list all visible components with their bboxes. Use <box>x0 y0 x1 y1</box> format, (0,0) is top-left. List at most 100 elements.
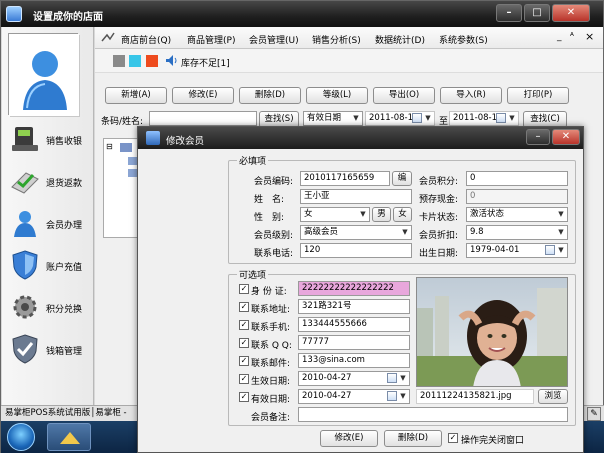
cyan-swatch[interactable] <box>129 55 141 67</box>
menu-system[interactable]: 系统参数(S) <box>439 33 488 46</box>
close-after-label: 操作完关闭窗口 <box>461 436 525 446</box>
address-field[interactable]: 321路321号 <box>298 299 410 314</box>
app-icon <box>6 6 22 22</box>
id-checkbox[interactable]: ✓ <box>239 284 249 294</box>
sidebar-item-label: 账户充值 <box>46 263 83 273</box>
remark-field[interactable] <box>298 407 568 422</box>
orange-swatch[interactable] <box>146 55 158 67</box>
effective-picker[interactable]: 2010-04-27 ▼ <box>298 371 410 386</box>
photo-file-field[interactable]: 20111224135821.jpg <box>416 389 534 404</box>
dialog-close-button[interactable]: ✕ <box>552 129 580 145</box>
window-title: 设置成你的店面 <box>33 12 103 23</box>
chevron-down-icon: ▼ <box>400 392 406 400</box>
id-field[interactable]: 22222222222222222 <box>298 281 410 296</box>
discount-select[interactable]: 9.8 ▼ <box>466 225 568 240</box>
qq-field[interactable]: 77777 <box>298 335 410 350</box>
menu-members[interactable]: 会员管理(U) <box>249 33 299 46</box>
avatar <box>8 33 79 116</box>
new-button[interactable]: 新增(A) <box>105 87 167 104</box>
user-avatar-icon <box>9 34 79 116</box>
points-field[interactable]: 0 <box>466 171 568 186</box>
date-from-value: 2011-08-12 <box>369 113 419 123</box>
member-code-field[interactable]: 2010117165659 <box>300 171 390 186</box>
taskbar-app-button[interactable] <box>47 423 91 451</box>
mobile-checkbox[interactable]: ✓ <box>239 320 249 330</box>
maximize-button[interactable]: □ <box>524 4 550 22</box>
name-field[interactable]: 王小亚 <box>300 189 412 204</box>
email-checkbox[interactable]: ✓ <box>239 356 249 366</box>
calendar-icon <box>387 373 397 383</box>
birthday-picker[interactable]: 1979-04-01 ▼ <box>466 243 568 258</box>
export-button[interactable]: 导出(O) <box>373 87 435 104</box>
dialog-delete-button[interactable]: 删除(D) <box>384 430 442 447</box>
browse-button[interactable]: 浏览 <box>538 389 568 404</box>
cash-register-icon <box>12 127 38 151</box>
expiry-label: 有效日期: <box>251 395 291 405</box>
sidebar-item-recharge[interactable]: 账户充值 <box>6 249 94 283</box>
discount-label: 会员折扣: <box>419 231 459 241</box>
cashbox-icon <box>12 334 38 364</box>
phone-field[interactable]: 120 <box>300 243 412 258</box>
chevron-down-icon: ▼ <box>400 374 406 382</box>
chevron-down-icon: ▼ <box>558 228 564 236</box>
expiry-picker[interactable]: 2010-04-27 ▼ <box>298 389 410 404</box>
app-menu-icon[interactable] <box>101 32 115 44</box>
name-label: 姓 名: <box>254 195 285 205</box>
menu-sales-analysis[interactable]: 销售分析(S) <box>312 33 361 46</box>
close-after-checkbox[interactable]: ✓ <box>448 433 458 443</box>
email-label: 联系邮件: <box>251 359 291 369</box>
level-value: 高级会员 <box>304 227 339 237</box>
delete-button[interactable]: 删除(D) <box>239 87 301 104</box>
qq-checkbox[interactable]: ✓ <box>239 338 249 348</box>
date-from-picker[interactable]: 2011-08-12 ▼ <box>365 111 435 126</box>
address-label: 联系地址: <box>251 305 291 315</box>
dialog-edit-button[interactable]: 修改(E) <box>320 430 378 447</box>
close-button[interactable]: ✕ <box>552 4 590 22</box>
mdi-minimize-button[interactable]: _ <box>557 32 562 42</box>
sidebar-item-members[interactable]: 会员办理 <box>6 207 94 241</box>
sidebar-item-sales[interactable]: 销售收银 <box>6 123 94 157</box>
deposit-label: 预存现金: <box>419 195 459 205</box>
menu-store-front[interactable]: 商店前台(Q) <box>121 33 171 46</box>
date-to-picker[interactable]: 2011-08-12 ▼ <box>449 111 519 126</box>
sidebar-item-points[interactable]: 积分兑换 <box>6 291 94 325</box>
male-button[interactable]: 男 <box>372 207 391 222</box>
level-button[interactable]: 等级(L) <box>306 87 368 104</box>
email-field[interactable]: 133@sina.com <box>298 353 410 368</box>
gender-select[interactable]: 女 ▼ <box>300 207 370 222</box>
mdi-restore-button[interactable]: ᴬ <box>570 32 574 42</box>
chevron-down-icon: ▼ <box>425 114 431 122</box>
import-button[interactable]: 导入(R) <box>440 87 502 104</box>
search-input[interactable] <box>149 111 257 126</box>
menu-statistics[interactable]: 数据统计(D) <box>375 33 425 46</box>
code-button[interactable]: 编 <box>392 171 412 186</box>
tree-expander[interactable]: ⊟ <box>106 142 113 151</box>
edit-member-dialog: 修改会员 – ✕ 必填项 会员编码: 2010117165659 编 会员积分:… <box>137 126 584 453</box>
print-button[interactable]: 打印(P) <box>507 87 569 104</box>
edit-button[interactable]: 修改(E) <box>172 87 234 104</box>
date-to-value: 2011-08-12 <box>453 113 503 123</box>
date-type-select[interactable]: 有效日期 ▼ <box>303 111 363 126</box>
dialog-minimize-button[interactable]: – <box>526 129 550 145</box>
level-select[interactable]: 高级会员 ▼ <box>300 225 412 240</box>
effective-checkbox[interactable]: ✓ <box>239 374 249 384</box>
menu-products[interactable]: 商品管理(P) <box>187 33 235 46</box>
gray-swatch[interactable] <box>113 55 125 67</box>
sidebar-item-label: 积分兑换 <box>46 305 83 315</box>
female-button[interactable]: 女 <box>393 207 412 222</box>
effective-value: 2010-04-27 <box>302 373 352 383</box>
mdi-close-button[interactable]: × <box>585 30 594 43</box>
minimize-button[interactable]: – <box>496 4 522 22</box>
start-button[interactable] <box>7 423 35 451</box>
folder-icon <box>60 432 80 444</box>
mobile-field[interactable]: 133444555666 <box>298 317 410 332</box>
sidebar-item-returns[interactable]: 退货返款 <box>6 165 94 199</box>
expiry-checkbox[interactable]: ✓ <box>239 392 249 402</box>
card-status-select[interactable]: 激活状态 ▼ <box>466 207 568 222</box>
calendar-icon <box>496 113 506 123</box>
stock-alert[interactable]: 库存不足[1] <box>181 56 230 69</box>
sidebar-item-cashbox[interactable]: 钱箱管理 <box>6 333 94 367</box>
address-checkbox[interactable]: ✓ <box>239 302 249 312</box>
chevron-down-icon: ▼ <box>558 246 564 254</box>
wrench-icon[interactable]: ✎ <box>587 407 601 421</box>
